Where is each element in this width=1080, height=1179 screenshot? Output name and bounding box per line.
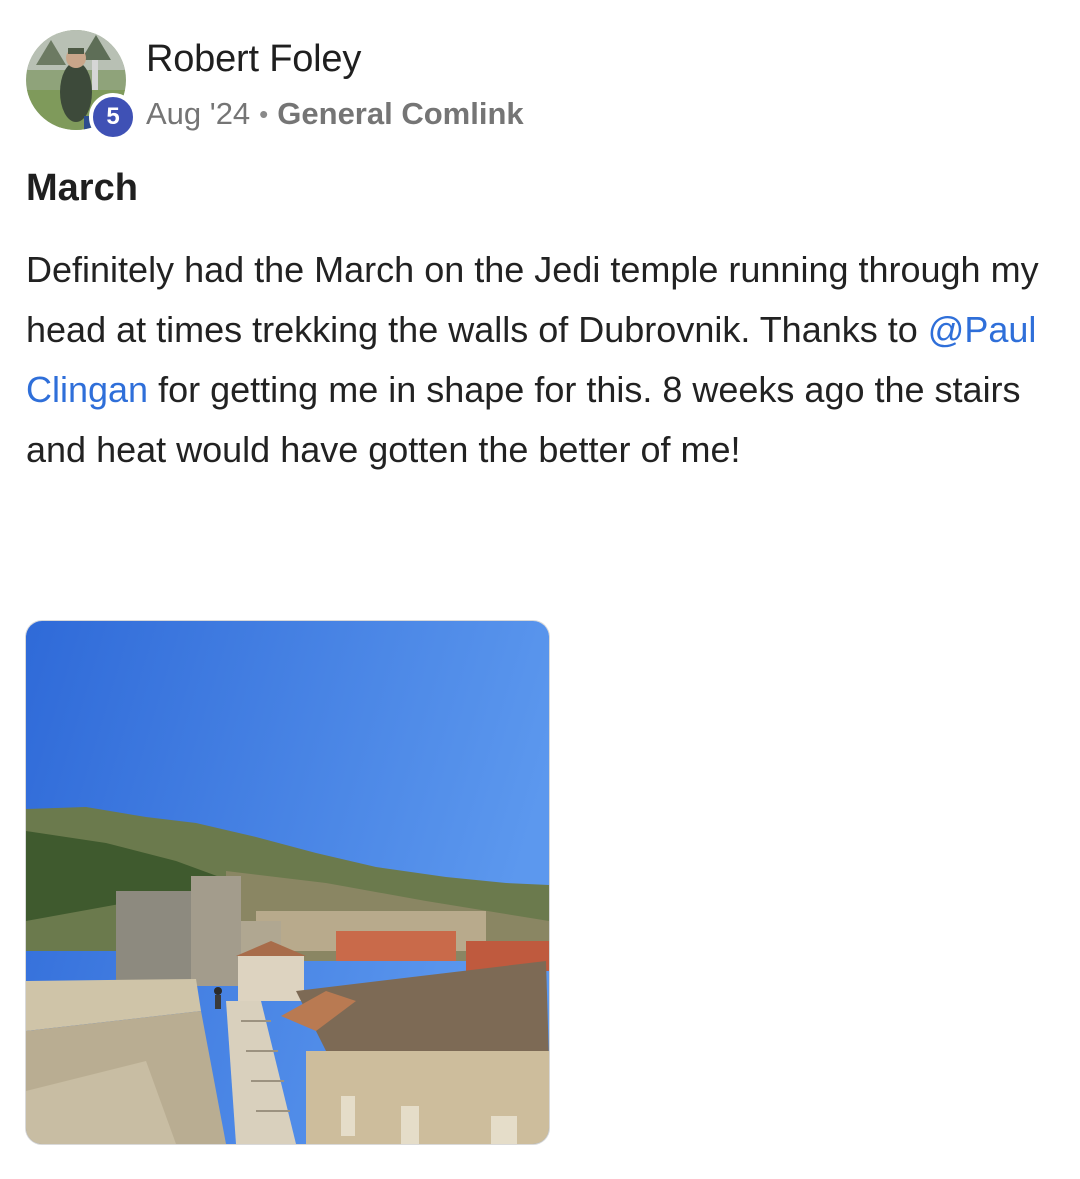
post-category[interactable]: General Comlink [277, 96, 523, 132]
post-text-end: for getting me in shape for this. 8 week… [26, 369, 1021, 470]
post-date[interactable]: Aug '24 [146, 96, 250, 132]
post-body: Definitely had the March on the Jedi tem… [26, 240, 1066, 480]
post-title: March [26, 167, 138, 209]
author-name[interactable]: Robert Foley [146, 38, 361, 81]
post-photo[interactable] [26, 621, 549, 1144]
post-text-start: Definitely had the March on the Jedi tem… [26, 249, 1039, 350]
level-badge: 5 [89, 93, 137, 141]
meta-separator: • [259, 98, 269, 129]
post-meta: Aug '24 • General Comlink [146, 96, 524, 132]
